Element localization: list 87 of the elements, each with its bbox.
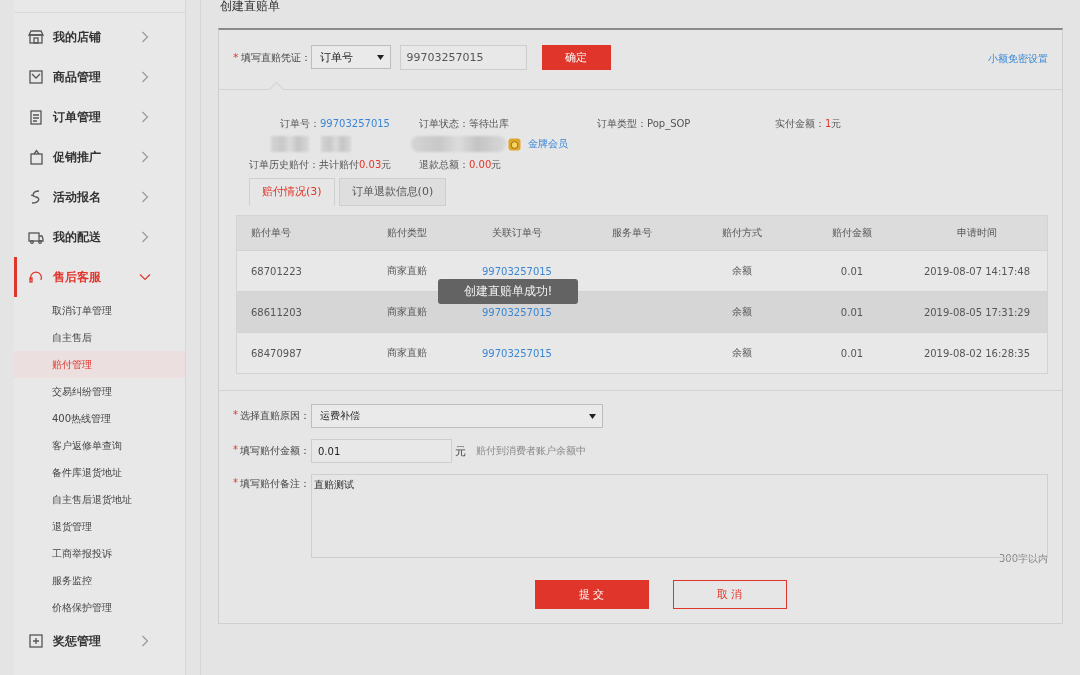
sidebar-subitem[interactable]: 客户返修单查询 (14, 432, 185, 459)
tab[interactable]: 订单退款信息(0) (338, 178, 447, 206)
chevron-right-icon (139, 191, 151, 203)
column-header: 申请时间 (957, 226, 997, 240)
sidebar-subitem[interactable]: 工商举报投诉 (14, 540, 185, 567)
reason-select[interactable]: 运费补偿 (311, 404, 603, 428)
unit-label: 元 (455, 443, 466, 459)
sidebar-subitem[interactable]: 取消订单管理 (14, 297, 185, 324)
chevron-right-icon (139, 111, 151, 123)
table-cell: 余额 (732, 305, 752, 319)
chevron-right-icon (139, 635, 151, 647)
envelope-icon (27, 68, 45, 86)
order-summary-text: 订单历史赔付：共计赔付0.03元 (248, 157, 392, 172)
chevron-down-icon (139, 271, 151, 283)
column-header: 服务单号 (612, 226, 652, 240)
sidebar-subitem[interactable]: 交易纠纷管理 (14, 378, 185, 405)
chevron-right-icon (139, 71, 151, 83)
success-toast: 创建直赔单成功! (438, 279, 578, 304)
table-cell: 0.01 (840, 306, 864, 318)
tab[interactable]: 赔付情况(3) (249, 178, 335, 206)
sidebar-item[interactable]: 订单管理 (14, 97, 185, 137)
voucher-input[interactable]: 99703257015 (399, 45, 527, 70)
sidebar-subitem[interactable]: 价格保护管理 (14, 594, 185, 621)
sidebar-subitem[interactable]: 自主售后 (14, 324, 185, 351)
table-cell: 商家直赔 (387, 346, 427, 360)
dropdown-caret-icon (376, 54, 384, 60)
order-summary-text: 退款总额：0.00元 (419, 157, 502, 172)
chevron-right-icon (139, 231, 151, 243)
medal-icon (508, 137, 521, 151)
column-header: 关联订单号 (492, 226, 542, 240)
field-label: 填写直赔凭证： (240, 51, 311, 65)
table-cell: 0.01 (840, 265, 864, 277)
store-icon (27, 28, 45, 46)
sidebar-subitem[interactable]: 自主售后退货地址 (14, 486, 185, 513)
required-mark: * (233, 51, 239, 64)
cancel-button[interactable]: 取 消 (672, 580, 787, 609)
table-cell: 商家直赔 (387, 264, 427, 278)
sidebar-subitem[interactable]: 赔付管理 (14, 351, 185, 378)
table-cell: 商家直赔 (387, 305, 427, 319)
chevron-right-icon (139, 31, 151, 43)
clipboard-icon (27, 108, 45, 126)
table-cell-text: 68470987 (250, 347, 302, 359)
sidebar-item[interactable]: 活动报名 (14, 177, 185, 217)
sidebar-item[interactable]: 促销推广 (14, 137, 185, 177)
order-info-text: 订单类型：Pop_SOP (597, 116, 691, 131)
sidebar-item[interactable]: 我的店铺 (14, 17, 185, 57)
column-header: 赔付金额 (832, 226, 872, 240)
dropdown-caret-icon (589, 413, 596, 419)
hint-text: 赔付到消费者账户余额中 (476, 444, 586, 458)
table-cell-text: 68701223 (250, 265, 302, 277)
field-label: 填写赔付备注： (240, 477, 310, 491)
plus-box-icon (27, 632, 45, 650)
table-cell-text: 68611203 (250, 306, 302, 318)
required-mark: * (233, 444, 238, 457)
sidebar-subitem[interactable]: 400热线管理 (14, 405, 185, 432)
confirm-button[interactable]: 确定 (541, 45, 611, 70)
column-header: 赔付方式 (722, 226, 762, 240)
table-cell: 0.01 (840, 347, 864, 359)
sidebar-item[interactable]: 奖惩管理 (14, 621, 185, 661)
table-cell: 2019-08-07 14:17:48 (923, 265, 1031, 277)
voucher-select[interactable]: 订单号 (310, 45, 391, 69)
amount-input[interactable]: 0.01 (311, 439, 452, 463)
sidebar-subitem[interactable]: 服务监控 (14, 567, 185, 594)
required-mark: * (233, 409, 238, 422)
table-cell: 余额 (732, 346, 752, 360)
column-header: 赔付单号 (250, 226, 291, 240)
required-mark: * (233, 477, 238, 490)
sidebar-subitem[interactable]: 退货管理 (14, 513, 185, 540)
chevron-right-icon (139, 151, 151, 163)
column-header: 赔付类型 (387, 226, 427, 240)
order-info-text: 订单号：99703257015 (279, 116, 390, 131)
sidebar-item[interactable]: 我的配送 (14, 217, 185, 257)
field-label: 选择直赔原因： (240, 409, 310, 423)
order-info-text: 订单状态：等待出库 (419, 116, 509, 131)
page-title: 创建直赔单 (219, 0, 281, 15)
submit-button[interactable]: 提 交 (534, 580, 649, 609)
redacted-block (271, 136, 309, 152)
redacted-block (321, 136, 351, 152)
table-cell: 余额 (732, 264, 752, 278)
sidebar-item[interactable]: 商品管理 (14, 57, 185, 97)
bag-icon (27, 148, 45, 166)
sidebar-item[interactable]: 售后客服 (14, 257, 185, 297)
sidebar-subitem[interactable]: 备件库退货地址 (14, 459, 185, 486)
field-label: 填写赔付金额： (240, 444, 310, 458)
table-cell: 2019-08-02 16:28:35 (923, 347, 1031, 359)
order-info-text: 实付金额：1元 (775, 116, 842, 131)
table-cell: 2019-08-05 17:31:29 (923, 306, 1031, 318)
